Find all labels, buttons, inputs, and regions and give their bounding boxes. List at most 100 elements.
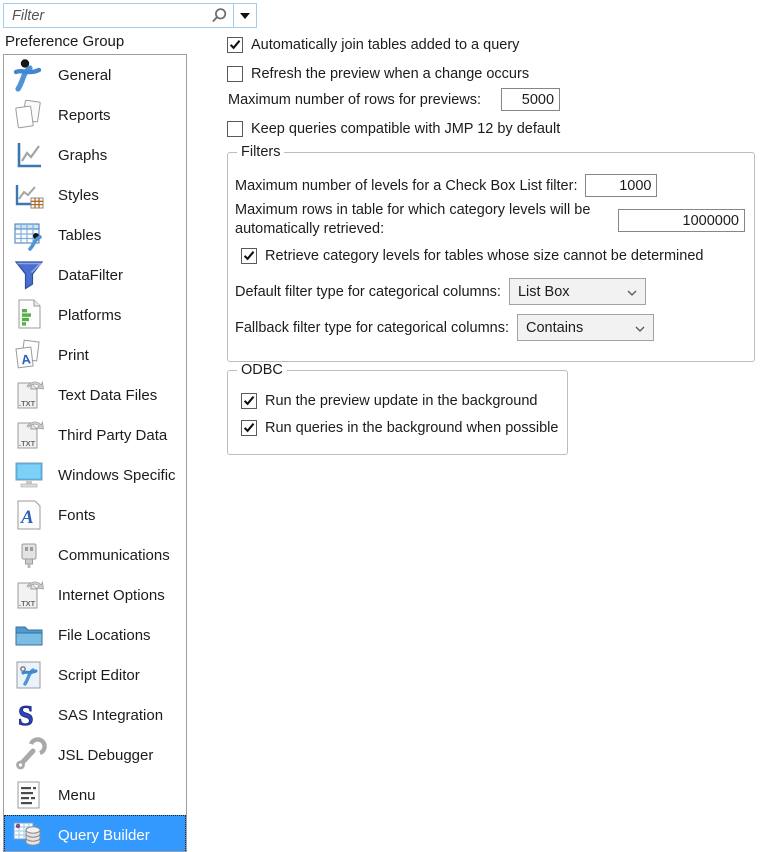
platforms-icon	[9, 296, 49, 334]
max-rows-category-label: Maximum rows in table for which category…	[235, 202, 591, 237]
svg-text:.TXT: .TXT	[19, 399, 36, 408]
fallback-filter-type-label: Fallback filter type for categorical col…	[235, 319, 509, 336]
graphs-icon	[9, 136, 49, 174]
sidebar-item-label: Menu	[58, 786, 96, 804]
sidebar-item-query-builder[interactable]: Query Builder	[4, 815, 186, 851]
retrieve-category-row: Retrieve category levels for tables whos…	[241, 248, 703, 264]
auto-join-row: Automatically join tables added to a que…	[227, 37, 519, 53]
menu-icon	[9, 776, 49, 814]
refresh-preview-checkbox[interactable]	[227, 66, 243, 82]
sidebar-item-script-editor[interactable]: Script Editor	[4, 655, 186, 695]
max-rows-category-row: Maximum rows in table for which category…	[235, 201, 745, 239]
default-filter-type-dropdown[interactable]: List Box	[508, 278, 646, 305]
svg-text:.TXT: .TXT	[19, 599, 36, 608]
sidebar-item-general[interactable]: General	[4, 55, 186, 95]
max-levels-input[interactable]	[585, 174, 658, 197]
sidebar-item-label: Text Data Files	[58, 386, 158, 404]
filters-group-title: Filters	[237, 144, 285, 160]
sidebar-item-communications[interactable]: Communications	[4, 535, 186, 575]
query-builder-icon	[9, 816, 49, 851]
chevron-down-icon	[627, 284, 637, 300]
max-rows-previews-row: Maximum number of rows for previews:	[228, 88, 561, 111]
sidebar-item-tables[interactable]: Tables	[4, 215, 186, 255]
sidebar-item-label: Script Editor	[58, 666, 140, 684]
sidebar-item-sas-integration[interactable]: S SAS Integration	[4, 695, 186, 735]
communications-icon	[9, 536, 49, 574]
sidebar-item-print[interactable]: A Print	[4, 335, 186, 375]
retrieve-category-checkbox[interactable]	[241, 248, 257, 264]
preference-group-title: Preference Group	[5, 33, 125, 50]
fallback-filter-type-dropdown[interactable]: Contains	[517, 314, 654, 341]
sidebar-item-label: File Locations	[58, 626, 151, 644]
sidebar-item-jsl-debugger[interactable]: JSL Debugger	[4, 735, 186, 775]
sidebar-item-label: Reports	[58, 106, 111, 124]
sidebar-item-menu[interactable]: Menu	[4, 775, 186, 815]
default-filter-type-row: Default filter type for categorical colu…	[235, 278, 646, 305]
run-preview-background-label: Run the preview update in the background	[265, 393, 538, 409]
sidebar-item-datafilter[interactable]: DataFilter	[4, 255, 186, 295]
default-filter-type-value: List Box	[517, 283, 570, 300]
filters-group: Filters Maximum number of levels for a C…	[227, 144, 755, 362]
max-rows-category-input[interactable]	[618, 209, 745, 232]
run-queries-background-label: Run queries in the background when possi…	[265, 420, 559, 436]
sidebar-item-file-locations[interactable]: File Locations	[4, 615, 186, 655]
sidebar-item-label: Fonts	[58, 506, 96, 524]
data-filter-icon	[9, 256, 49, 294]
max-levels-row: Maximum number of levels for a Check Box…	[235, 174, 658, 197]
sidebar-item-label: General	[58, 66, 112, 84]
fallback-filter-type-row: Fallback filter type for categorical col…	[235, 314, 654, 341]
sidebar-item-label: Styles	[58, 186, 99, 204]
sidebar-item-reports[interactable]: Reports	[4, 95, 186, 135]
filter-box	[3, 3, 257, 28]
preference-group-list: General Reports Graphs Styles Tables DataFilt…	[3, 54, 187, 852]
max-rows-previews-label: Maximum number of rows for previews:	[228, 91, 482, 108]
tables-icon	[9, 216, 49, 254]
odbc-group-title: ODBC	[237, 362, 287, 378]
chevron-down-icon	[635, 320, 645, 336]
sidebar-item-styles[interactable]: Styles	[4, 175, 186, 215]
jmp12-compat-label: Keep queries compatible with JMP 12 by d…	[251, 121, 561, 137]
general-icon	[9, 56, 49, 94]
sidebar-item-label: Platforms	[58, 306, 122, 324]
internet-options-icon: .TXT	[9, 576, 49, 614]
auto-join-checkbox[interactable]	[227, 37, 243, 53]
fonts-icon: A	[9, 496, 49, 534]
jmp12-compat-row: Keep queries compatible with JMP 12 by d…	[227, 121, 560, 137]
sidebar-item-label: Query Builder	[58, 826, 150, 844]
sidebar-item-graphs[interactable]: Graphs	[4, 135, 186, 175]
print-icon: A	[9, 336, 49, 374]
jsl-debugger-icon	[9, 736, 49, 774]
refresh-preview-row: Refresh the preview when a change occurs	[227, 66, 529, 82]
sidebar-item-label: Communications	[58, 546, 170, 564]
svg-text:S: S	[18, 701, 34, 732]
filter-input[interactable]	[4, 4, 205, 27]
third-party-data-icon: .TXT	[9, 416, 49, 454]
reports-icon	[9, 96, 49, 134]
sidebar-item-platforms[interactable]: Platforms	[4, 295, 186, 335]
magnifier-icon[interactable]	[205, 4, 233, 27]
sidebar-item-label: Tables	[58, 226, 102, 244]
text-data-files-icon: .TXT	[9, 376, 49, 414]
retrieve-category-label: Retrieve category levels for tables whos…	[265, 248, 704, 264]
sidebar-item-internet-options[interactable]: .TXT Internet Options	[4, 575, 186, 615]
max-levels-label: Maximum number of levels for a Check Box…	[235, 177, 578, 194]
run-queries-background-checkbox[interactable]	[241, 420, 257, 436]
windows-specific-icon	[9, 456, 49, 494]
sidebar-item-fonts[interactable]: A Fonts	[4, 495, 186, 535]
file-locations-icon	[9, 616, 49, 654]
sidebar-item-label: Graphs	[58, 146, 108, 164]
sidebar-item-label: Print	[58, 346, 89, 364]
run-preview-background-checkbox[interactable]	[241, 393, 257, 409]
jmp12-compat-checkbox[interactable]	[227, 121, 243, 137]
run-queries-background-row: Run queries in the background when possi…	[241, 420, 558, 436]
sidebar-item-windows-specific[interactable]: Windows Specific	[4, 455, 186, 495]
sidebar-item-text-data-files[interactable]: .TXT Text Data Files	[4, 375, 186, 415]
dropdown-arrow-icon[interactable]	[234, 4, 256, 27]
sas-integration-icon: S	[9, 696, 49, 734]
sidebar-item-label: DataFilter	[58, 266, 124, 284]
refresh-preview-label: Refresh the preview when a change occurs	[251, 66, 530, 82]
auto-join-label: Automatically join tables added to a que…	[251, 37, 520, 53]
max-rows-previews-input[interactable]	[501, 88, 561, 111]
svg-text:A: A	[20, 507, 34, 528]
sidebar-item-third-party-data[interactable]: .TXT Third Party Data	[4, 415, 186, 455]
